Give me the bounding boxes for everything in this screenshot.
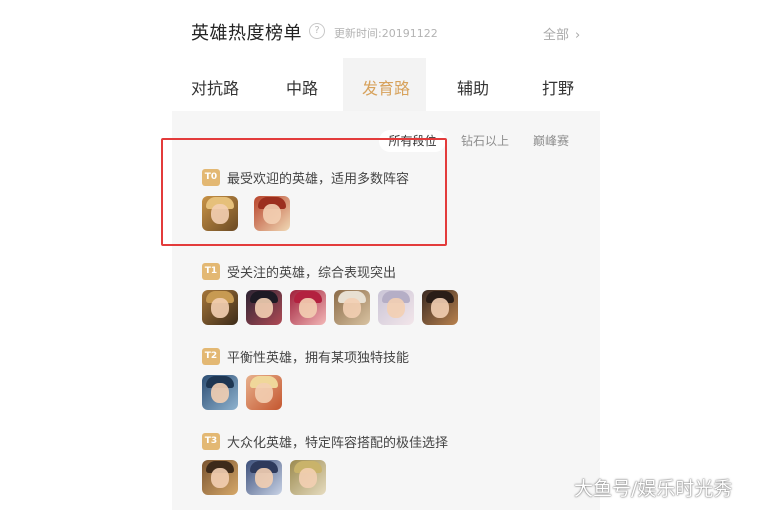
all-heroes-link[interactable]: 全部 › — [543, 24, 580, 43]
hero-avatar[interactable] — [290, 460, 326, 495]
tab-farm-lane[interactable]: 发育路 — [362, 75, 410, 99]
tier-badge: T1 — [202, 263, 220, 280]
tab-support[interactable]: 辅助 — [457, 75, 489, 99]
filter-diamond-plus[interactable]: 钻石以上 — [461, 130, 509, 152]
hero-avatar[interactable] — [202, 375, 238, 410]
hero-avatar[interactable] — [334, 290, 370, 325]
filter-peak-match[interactable]: 巅峰赛 — [533, 130, 569, 152]
all-link-label: 全部 — [543, 28, 570, 43]
hero-avatar[interactable] — [202, 290, 238, 325]
highlight-box — [161, 138, 447, 246]
hero-avatar[interactable] — [422, 290, 458, 325]
tier-description: 大众化英雄，特定阵容搭配的极佳选择 — [227, 436, 449, 451]
tier-badge: T2 — [202, 348, 220, 365]
hero-avatar[interactable] — [202, 460, 238, 495]
watermark: 大鱼号/娱乐时光秀 — [574, 478, 733, 500]
hero-avatar[interactable] — [378, 290, 414, 325]
tab-top-lane[interactable]: 对抗路 — [191, 75, 239, 99]
hero-avatar[interactable] — [246, 290, 282, 325]
chevron-right-icon: › — [575, 28, 581, 43]
hero-avatar[interactable] — [246, 375, 282, 410]
tier-description: 平衡性英雄，拥有某项独特技能 — [227, 351, 410, 366]
tier-badge: T3 — [202, 433, 220, 450]
tab-jungle[interactable]: 打野 — [542, 75, 574, 99]
page-title: 英雄热度榜单 — [191, 23, 302, 44]
hero-avatar[interactable] — [290, 290, 326, 325]
question-circle-icon[interactable]: ? — [309, 23, 325, 39]
hero-avatar[interactable] — [246, 460, 282, 495]
update-time-label: 更新时间:20191122 — [334, 27, 438, 40]
tab-mid-lane[interactable]: 中路 — [286, 75, 318, 99]
tier-description: 受关注的英雄，综合表现突出 — [227, 266, 397, 281]
